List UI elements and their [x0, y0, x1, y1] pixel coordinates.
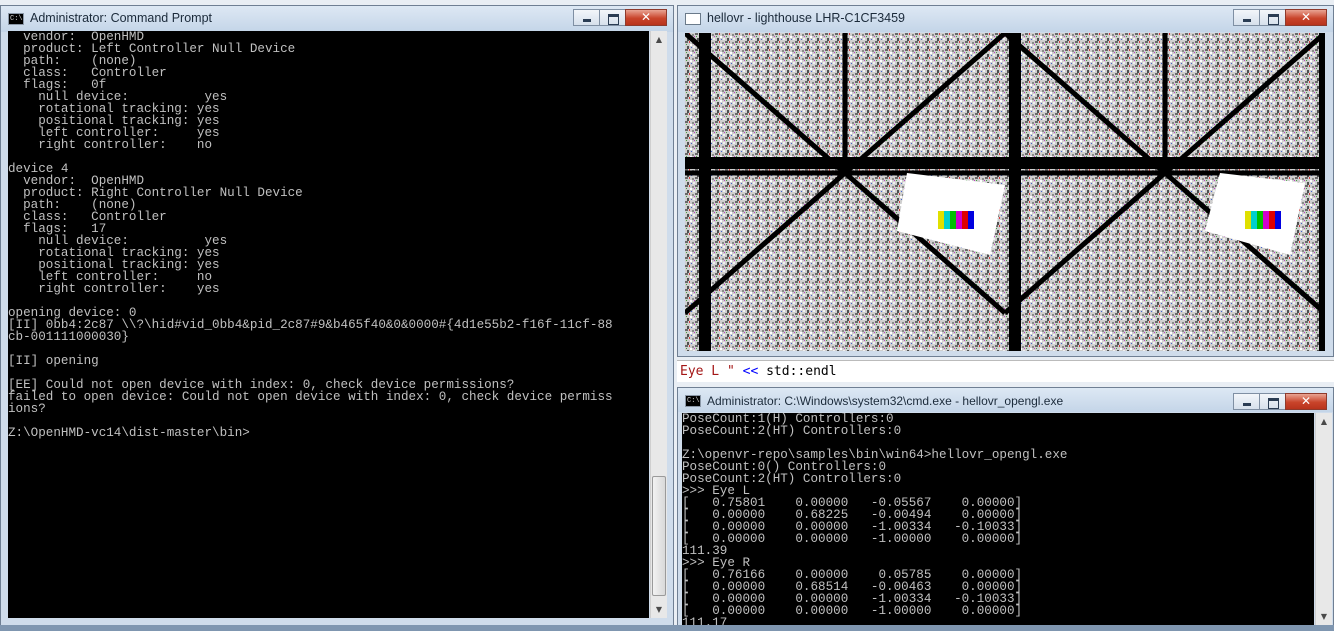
code-string-literal: Eye L "	[680, 364, 735, 379]
cmd-left-scrollbar[interactable]: ▲ ▼	[650, 31, 667, 618]
scroll-down-arrow-icon[interactable]: ▼	[1316, 608, 1332, 625]
cmd-icon: C:\.	[685, 395, 701, 407]
app-icon	[685, 13, 701, 25]
cmd-left-titlebar[interactable]: C:\. Administrator: Command Prompt ✕	[1, 6, 673, 32]
scroll-down-arrow-icon[interactable]: ▼	[651, 601, 667, 618]
scroll-up-arrow-icon[interactable]: ▲	[651, 31, 667, 48]
scroll-up-arrow-icon[interactable]: ▲	[1316, 413, 1332, 430]
maximize-button[interactable]	[599, 9, 626, 26]
code-operator: <<	[734, 364, 767, 379]
hellovr-title: hellovr - lighthouse LHR-C1CF3459	[707, 11, 906, 25]
scroll-thumb[interactable]	[652, 476, 666, 596]
close-button[interactable]: ✕	[1285, 9, 1327, 26]
minimize-button[interactable]	[1233, 9, 1260, 26]
maximize-button[interactable]	[1259, 9, 1286, 26]
vr-render-viewport[interactable]	[685, 33, 1325, 351]
code-identifier: std::endl	[766, 364, 837, 379]
close-button[interactable]: ✕	[1285, 393, 1327, 410]
taskbar-edge	[0, 625, 1334, 631]
cmd-right-titlebar[interactable]: C:\. Administrator: C:\Windows\system32\…	[678, 388, 1333, 412]
hellovr-titlebar[interactable]: hellovr - lighthouse LHR-C1CF3459 ✕	[678, 6, 1333, 32]
cmd-right-console[interactable]: PoseCount:1(H) Controllers:0 PoseCount:2…	[682, 413, 1314, 625]
cmd-left-output: vendor: OpenHMD product: Left Controller…	[8, 31, 613, 440]
minimize-button[interactable]	[573, 9, 600, 26]
vr-scene-image	[685, 33, 1325, 351]
minimize-button[interactable]	[1233, 393, 1260, 410]
cmd-icon: C:\.	[8, 13, 24, 25]
code-editor-strip: Eye L " << std::endl	[677, 360, 1334, 382]
cmd-left-console[interactable]: vendor: OpenHMD product: Left Controller…	[8, 31, 649, 618]
cmd-left-title: Administrator: Command Prompt	[30, 11, 213, 25]
close-button[interactable]: ✕	[625, 9, 667, 26]
maximize-button[interactable]	[1259, 393, 1286, 410]
cmd-right-output: PoseCount:1(H) Controllers:0 PoseCount:2…	[682, 413, 1068, 625]
cmd-right-scrollbar[interactable]: ▲ ▼	[1315, 413, 1332, 625]
cmd-right-title: Administrator: C:\Windows\system32\cmd.e…	[707, 394, 1064, 408]
